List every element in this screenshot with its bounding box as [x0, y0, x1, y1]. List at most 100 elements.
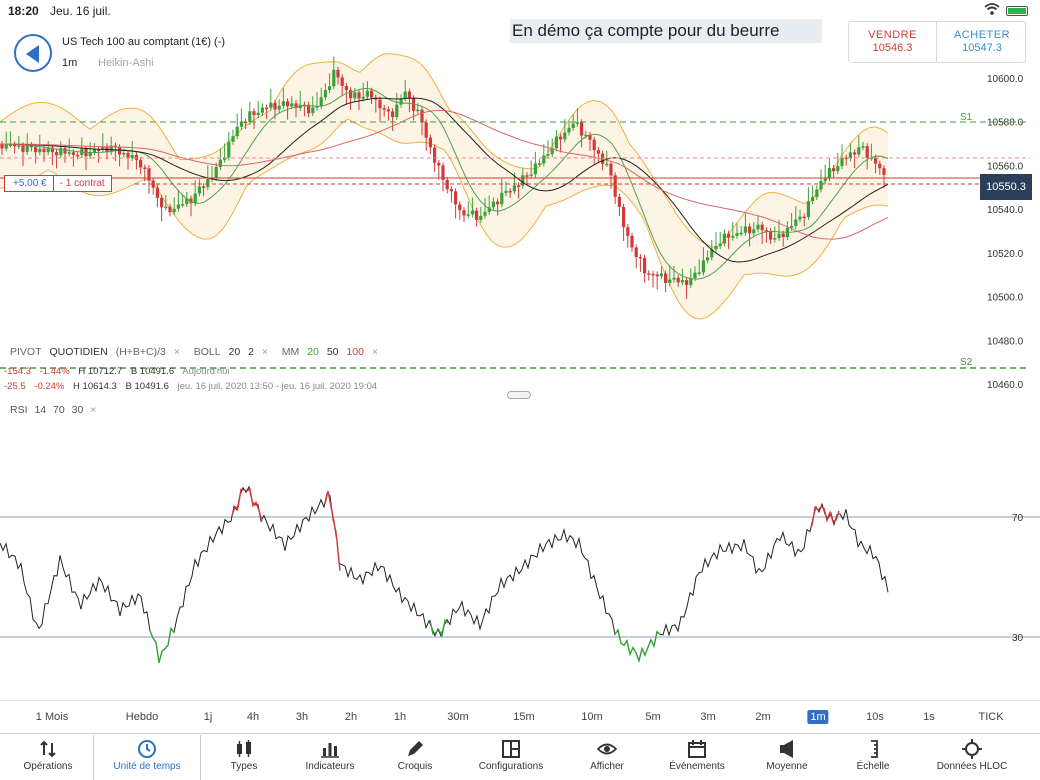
candle-body	[92, 149, 96, 153]
candle-body	[378, 99, 382, 109]
toolbar-layout[interactable]: Configurations	[466, 735, 556, 780]
pivot-legend[interactable]: PIVOT	[10, 346, 42, 358]
candle-body	[407, 91, 411, 99]
toolbar-clock[interactable]: Unité de temps	[93, 735, 201, 780]
price-tick: 10480.0	[987, 336, 1024, 347]
range-change: -25.5	[4, 381, 26, 392]
price-tick: 10540.0	[987, 205, 1024, 216]
candle-body	[865, 146, 869, 158]
candle-body	[798, 216, 802, 220]
candle-body	[71, 152, 75, 155]
timeframe-5m[interactable]: 5m	[642, 710, 663, 724]
toolbar-arrows-updown[interactable]: Opérations	[3, 735, 93, 780]
candle-body	[811, 197, 815, 202]
candle-body	[722, 233, 726, 244]
toolbar-calendar[interactable]: Événements	[652, 735, 742, 780]
today-change: -154.3	[4, 366, 31, 377]
toolbar-scale[interactable]: Échelle	[828, 735, 918, 780]
candle-body	[819, 180, 823, 190]
timeframe-30m[interactable]: 30m	[444, 710, 471, 724]
timeframe-3h[interactable]: 3h	[293, 710, 311, 724]
status-date: Jeu. 16 juil.	[50, 4, 111, 18]
candle-body	[853, 152, 857, 155]
candle-body	[643, 257, 647, 274]
candle-body	[781, 233, 785, 238]
candle-body	[769, 231, 773, 240]
candle-body	[815, 189, 819, 198]
toolbar-bars[interactable]: Indicateurs	[285, 735, 375, 780]
candle-body	[676, 277, 680, 283]
timeframe-1h[interactable]: 1h	[391, 710, 409, 724]
timeframe-tick[interactable]: TICK	[975, 710, 1006, 724]
candle-body	[202, 186, 206, 188]
candle-body	[878, 163, 882, 169]
timeframe-hebdo[interactable]: Hebdo	[123, 710, 161, 724]
timeframe-2h[interactable]: 2h	[342, 710, 360, 724]
mm-50: 50	[326, 346, 339, 358]
timeframe-2m[interactable]: 2m	[752, 710, 773, 724]
candle-body	[344, 85, 348, 91]
candle-body	[25, 145, 29, 152]
candle-body	[533, 163, 537, 175]
timeframe-4h[interactable]: 4h	[244, 710, 262, 724]
remove-boll-icon[interactable]: ×	[262, 346, 268, 358]
bollinger-fill	[0, 53, 888, 319]
boll-legend[interactable]: BOLL	[194, 346, 221, 358]
remove-mm-icon[interactable]: ×	[372, 346, 378, 358]
mm-legend[interactable]: MM	[282, 346, 300, 358]
timeframe-10s[interactable]: 10s	[863, 710, 887, 724]
bars-icon	[285, 739, 375, 761]
price-tick: 10460.0	[987, 380, 1024, 391]
candle-body	[76, 154, 80, 157]
timeframe-1-mois[interactable]: 1 Mois	[33, 710, 71, 724]
candle-body	[395, 104, 399, 118]
candle-body	[508, 190, 512, 193]
candle-body	[248, 111, 252, 122]
candle-body	[466, 214, 470, 216]
toolbar-speaker[interactable]: Moyenne	[742, 735, 832, 780]
candle-body	[882, 168, 886, 175]
timeframe-10m[interactable]: 10m	[578, 710, 605, 724]
mm-100: 100	[346, 346, 364, 358]
open-position-tag[interactable]: +5,00 € - 1 contrat	[4, 175, 112, 192]
timeframe-1s[interactable]: 1s	[920, 710, 938, 724]
candle-body	[806, 201, 810, 218]
candle-body	[281, 101, 285, 106]
candle-body	[67, 152, 71, 154]
candle-body	[836, 166, 840, 172]
timeframe-15m[interactable]: 15m	[510, 710, 537, 724]
indicator-legend: PIVOT QUOTIDIEN (H+B+C)/3 × BOLL 20 2 × …	[10, 346, 383, 358]
candle-body	[218, 159, 222, 168]
price-tick: 10500.0	[987, 293, 1024, 304]
candle-body	[454, 191, 458, 205]
position-pl: +5,00 €	[5, 176, 54, 191]
candle-body	[126, 152, 130, 159]
candle-body	[252, 111, 256, 116]
price-chart[interactable]: 10600.0 10580.0 10560.0 10540.0 10520.0 10500…	[0, 22, 1040, 394]
timeframe-1m[interactable]: 1m	[807, 710, 829, 724]
toolbar-crosshair[interactable]: Données HLOC	[927, 735, 1017, 780]
candle-body	[592, 139, 596, 151]
price-tick: 10600.0	[987, 74, 1024, 85]
remove-pivot-icon[interactable]: ×	[174, 346, 180, 358]
candle-body	[668, 279, 672, 284]
candle-body	[823, 178, 827, 181]
candle-body	[176, 204, 180, 209]
toolbar-candles[interactable]: Types	[199, 735, 289, 780]
toolbar-pencil[interactable]: Croquis	[370, 735, 460, 780]
candle-body	[277, 105, 281, 110]
candle-body	[517, 185, 521, 187]
arrows-updown-icon	[3, 739, 93, 761]
candles-icon	[199, 739, 289, 761]
candle-body	[63, 148, 67, 154]
toolbar-label: Configurations	[478, 761, 544, 772]
toolbar-eye[interactable]: Afficher	[562, 735, 652, 780]
candle-body	[311, 107, 315, 114]
candle-body	[235, 126, 239, 137]
timeframe-3m[interactable]: 3m	[697, 710, 718, 724]
timeframe-1j[interactable]: 1j	[201, 710, 216, 724]
toolbar-label: Croquis	[397, 761, 433, 772]
candle-body	[0, 144, 4, 149]
eye-icon	[562, 739, 652, 761]
rsi-chart[interactable]: 70 30 jeu. 16 juil.14:3015:0015:3016:001…	[0, 395, 1040, 675]
